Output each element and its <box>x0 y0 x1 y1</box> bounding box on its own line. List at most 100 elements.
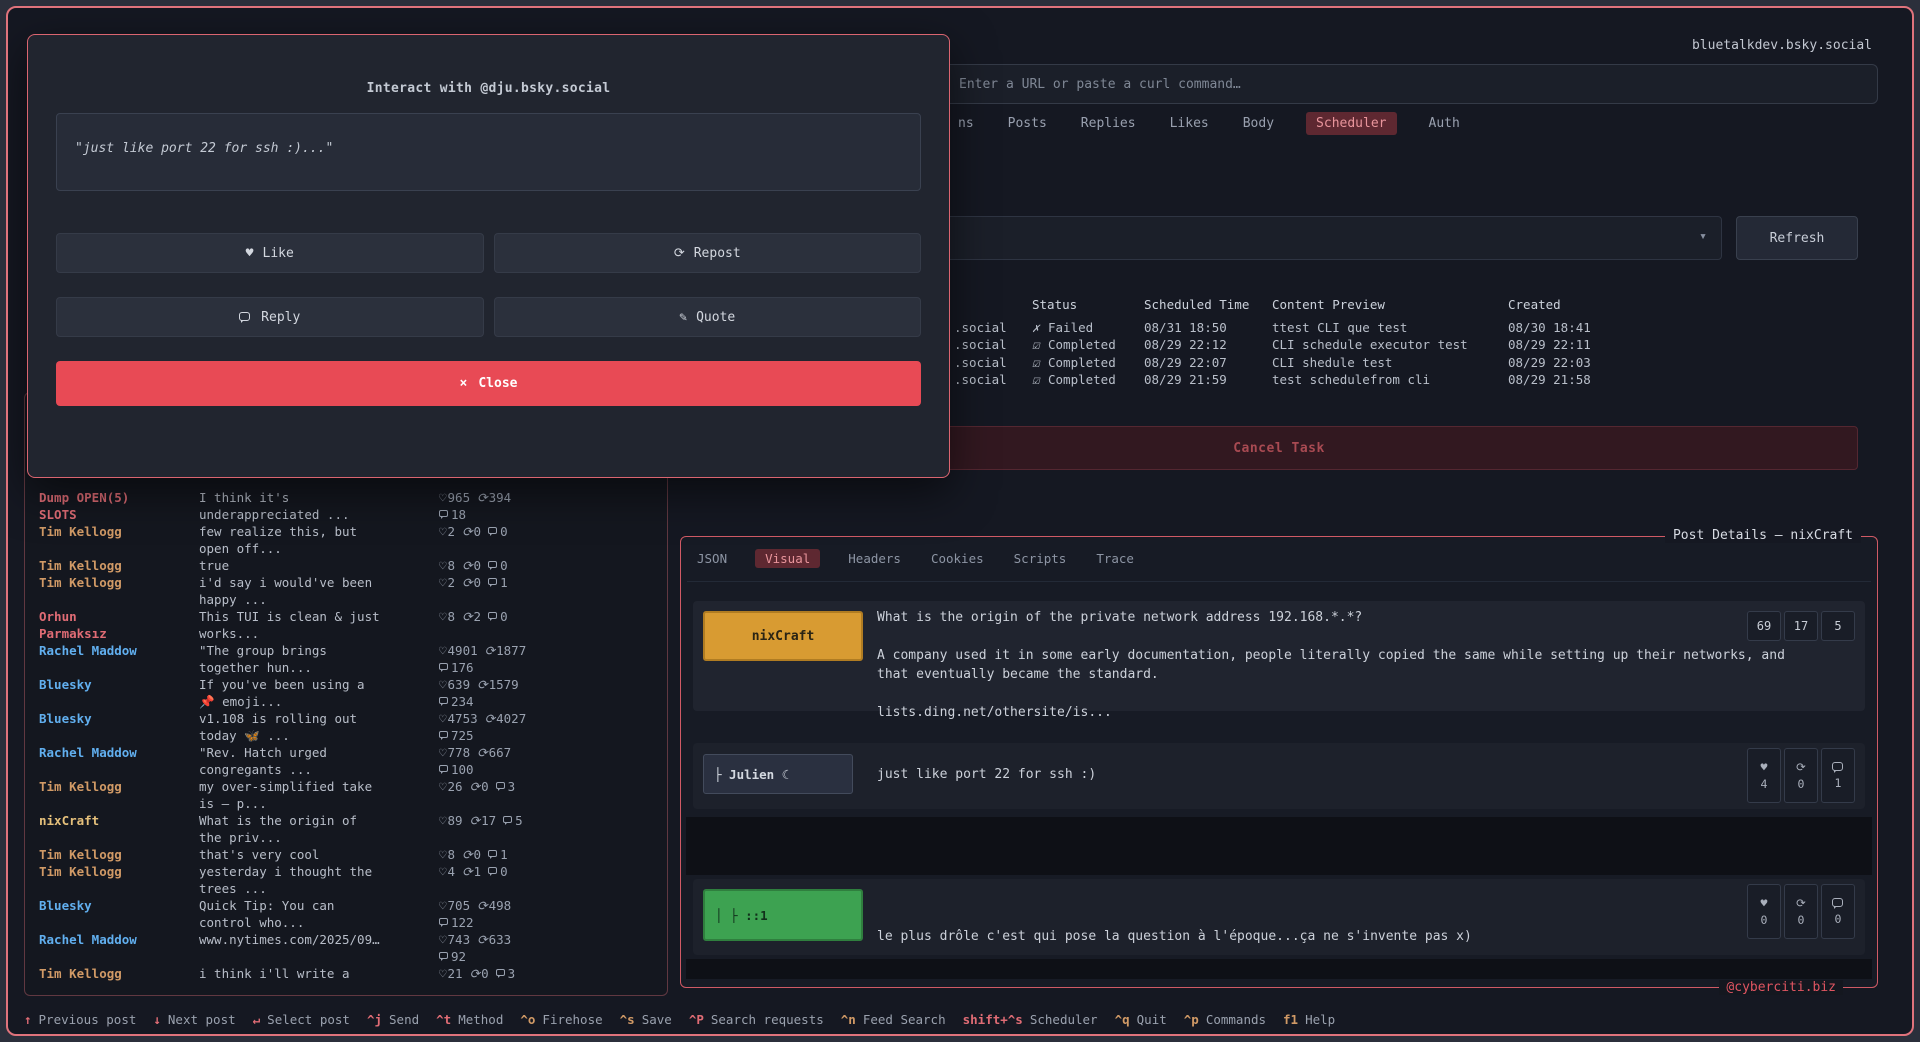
feed-preview: i think i'll write a <box>199 965 439 982</box>
reply-card[interactable]: ├ Julien ☾ just like port 22 for ssh :) … <box>693 743 1865 809</box>
reply-icon <box>439 510 448 517</box>
feed-stats: ♡705 ⟳498 122 <box>439 897 539 931</box>
reply-count: 0 <box>1835 912 1842 926</box>
like-icon: ♡ <box>439 489 447 506</box>
repost-count: 4027 <box>496 710 526 727</box>
feed-row[interactable]: Tim Kellogg my over-simplified take is —… <box>25 778 667 812</box>
reply-stat[interactable]: 0 <box>1821 884 1855 939</box>
keybinding-hint: f1 Help <box>1283 1012 1335 1027</box>
feed-row[interactable]: nixCraft What is the origin of the priv.… <box>25 812 667 846</box>
feed-row[interactable]: Rachel Maddow www.nytimes.com/2025/09… ♡… <box>25 931 667 965</box>
status-icon: ☑ <box>1032 336 1048 354</box>
app-window: bluetalkdev.bsky.social ns Posts Replies… <box>6 6 1914 1036</box>
like-stat[interactable]: ♥0 <box>1747 884 1781 939</box>
table-header-status: Status <box>1032 296 1144 319</box>
reply-icon <box>503 816 512 823</box>
feed-row[interactable]: Tim Kellogg few realize this, but open o… <box>25 523 667 557</box>
status-icon: ✗ <box>1032 319 1048 337</box>
like-count: 4 <box>1761 777 1768 791</box>
keybinding-key: ^j <box>367 1012 382 1027</box>
row-content-preview: ttest CLI que test <box>1272 319 1508 337</box>
repost-stat[interactable]: ⟳0 <box>1784 748 1818 803</box>
detail-tab[interactable]: Visual <box>755 549 820 568</box>
quoted-post-text: "just like port 22 for ssh :)..." <box>75 141 333 156</box>
feed-author: nixCraft <box>39 812 199 846</box>
repost-stat[interactable]: ⟳0 <box>1784 884 1818 939</box>
reply-button[interactable]: Reply <box>56 297 484 337</box>
feed-row[interactable]: Rachel Maddow "The group brings together… <box>25 642 667 676</box>
main-post-card[interactable]: nixCraft What is the origin of the priva… <box>693 601 1865 711</box>
like-stat: ♡21 <box>439 965 463 982</box>
reply-icon <box>439 952 448 959</box>
feed-row[interactable]: Bluesky v1.108 is rolling out today 🦋 ..… <box>25 710 667 744</box>
feed-row[interactable]: Tim Kellogg that's very cool ♡8 ⟳0 1 <box>25 846 667 863</box>
like-icon: ♡ <box>439 812 447 829</box>
reply-stats: ♥0 ⟳0 0 <box>1747 884 1855 939</box>
keybinding-key: ^o <box>520 1012 535 1027</box>
feed-panel: Dump OPEN(5) SLOTS I think it's underapp… <box>24 392 668 996</box>
detail-tab[interactable]: Scripts <box>1012 549 1069 568</box>
main-tab[interactable]: Body <box>1241 112 1276 135</box>
main-tab[interactable]: Likes <box>1168 112 1211 135</box>
main-tab[interactable]: Auth <box>1427 112 1462 135</box>
feed-row[interactable]: Tim Kellogg yesterday i thought the tree… <box>25 863 667 897</box>
feed-row[interactable]: Tim Kellogg true ♡8 ⟳0 0 <box>25 557 667 574</box>
main-tab[interactable]: ns <box>956 112 976 135</box>
quote-button[interactable]: ✎Quote <box>494 297 922 337</box>
main-tab[interactable]: Posts <box>1006 112 1049 135</box>
feed-stats: ♡743 ⟳633 92 <box>439 931 539 965</box>
repost-icon: ⟳ <box>477 489 487 506</box>
reply-count: 92 <box>451 948 466 965</box>
feed-stats: ♡2 ⟳0 0 <box>439 523 539 557</box>
like-button[interactable]: ♥Like <box>56 233 484 273</box>
feed-stats: ♡89 ⟳17 5 <box>439 812 539 846</box>
repost-icon: ⟳ <box>477 744 487 761</box>
like-icon: ♡ <box>439 931 447 948</box>
feed-stats: ♡2 ⟳0 1 <box>439 574 539 608</box>
like-stat[interactable]: ♥4 <box>1747 748 1781 803</box>
keybinding-label: Select post <box>267 1012 350 1027</box>
main-post-counts: 69 17 5 <box>1747 611 1855 641</box>
feed-row[interactable]: Tim Kellogg i think i'll write a ♡21 ⟳0 … <box>25 965 667 982</box>
main-post-text: What is the origin of the private networ… <box>877 608 1807 722</box>
keybinding-label: Send <box>389 1012 419 1027</box>
main-post-author: nixCraft <box>752 629 815 644</box>
status-label: Completed <box>1048 337 1116 352</box>
detail-tab[interactable]: Headers <box>846 549 903 568</box>
reply-author-chip: ├ Julien ☾ <box>703 754 853 794</box>
feed-preview: "The group brings together hun... <box>199 642 439 676</box>
repost-count: 1579 <box>489 676 519 693</box>
keybinding-hint: ^t Method <box>436 1012 503 1027</box>
url-input[interactable] <box>944 64 1878 104</box>
repost-button[interactable]: ⟳Repost <box>494 233 922 273</box>
feed-row[interactable]: Rachel Maddow "Rev. Hatch urged congrega… <box>25 744 667 778</box>
modal-actions: ♥Like ⟳Repost Reply ✎Quote <box>56 233 921 337</box>
row-scheduled-time: 08/29 21:59 <box>1144 371 1272 389</box>
repost-stat: ⟳394 <box>477 489 511 506</box>
detail-tab[interactable]: Cookies <box>929 549 986 568</box>
repost-count: 633 <box>489 931 512 948</box>
feed-row[interactable]: Tim Kellogg i'd say i would've been happ… <box>25 574 667 608</box>
main-tab[interactable]: Scheduler <box>1306 112 1396 135</box>
detail-tab[interactable]: JSON <box>695 549 729 568</box>
feed-author: Tim Kellogg <box>39 863 199 897</box>
detail-tab[interactable]: Trace <box>1094 549 1136 568</box>
reply-card[interactable]: │ ├ ::1 le plus drôle c'est qui pose la … <box>693 879 1865 955</box>
repost-count: 0 <box>481 965 489 982</box>
feed-row[interactable]: Orhun Parmaksız This TUI is clean & just… <box>25 608 667 642</box>
feed-row[interactable]: Bluesky If you've been using a 📌 emoji..… <box>25 676 667 710</box>
reply-stat[interactable]: 1 <box>1821 748 1855 803</box>
repost-stat: ⟳633 <box>477 931 511 948</box>
like-stat: ♡2 <box>439 574 455 591</box>
close-button[interactable]: ×Close <box>56 361 921 406</box>
like-count: 743 <box>448 931 471 948</box>
main-tab[interactable]: Replies <box>1079 112 1138 135</box>
repost-icon: ⟳ <box>462 846 472 863</box>
repost-count: 0 <box>474 846 482 863</box>
refresh-button[interactable]: Refresh <box>1736 216 1858 260</box>
feed-row[interactable]: Dump OPEN(5) SLOTS I think it's underapp… <box>25 489 667 523</box>
like-count: 778 <box>448 744 471 761</box>
feed-row[interactable]: Bluesky Quick Tip: You can control who..… <box>25 897 667 931</box>
keybinding-key: shift+^s <box>963 1012 1023 1027</box>
like-count: 4901 <box>448 642 478 659</box>
